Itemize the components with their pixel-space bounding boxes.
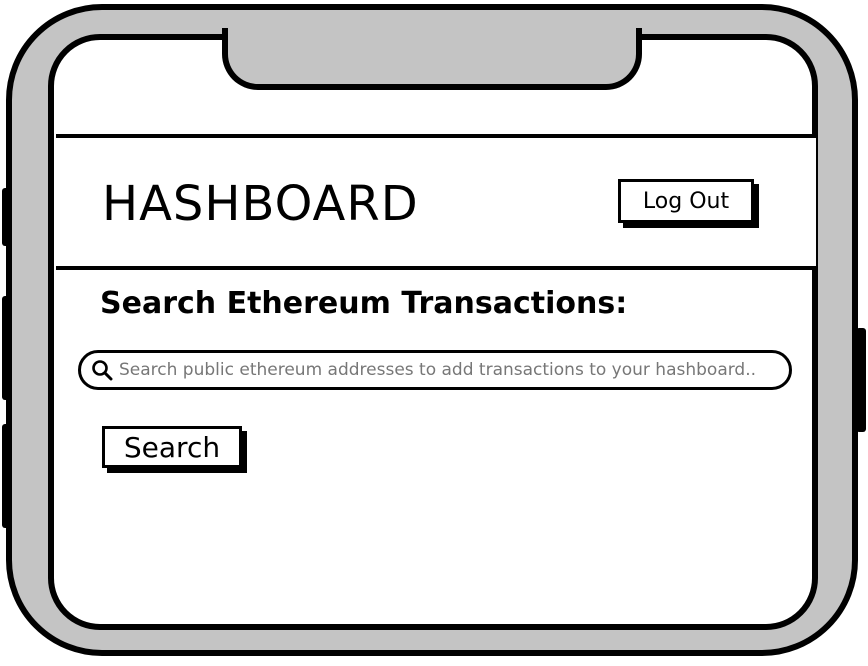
- search-icon: [92, 360, 113, 381]
- side-button-left-middle: [2, 296, 12, 400]
- side-button-right: [856, 328, 866, 432]
- search-box[interactable]: [78, 350, 792, 390]
- logout-button[interactable]: Log Out: [618, 179, 754, 223]
- device-notch: [222, 28, 642, 90]
- search-button[interactable]: Search: [102, 426, 242, 468]
- search-heading: Search Ethereum Transactions:: [100, 286, 628, 321]
- app-title: HASHBOARD: [102, 176, 419, 232]
- device-screen: [48, 34, 818, 630]
- side-button-left-bottom: [2, 424, 12, 528]
- search-input[interactable]: [119, 360, 781, 380]
- side-button-left-top: [2, 188, 12, 246]
